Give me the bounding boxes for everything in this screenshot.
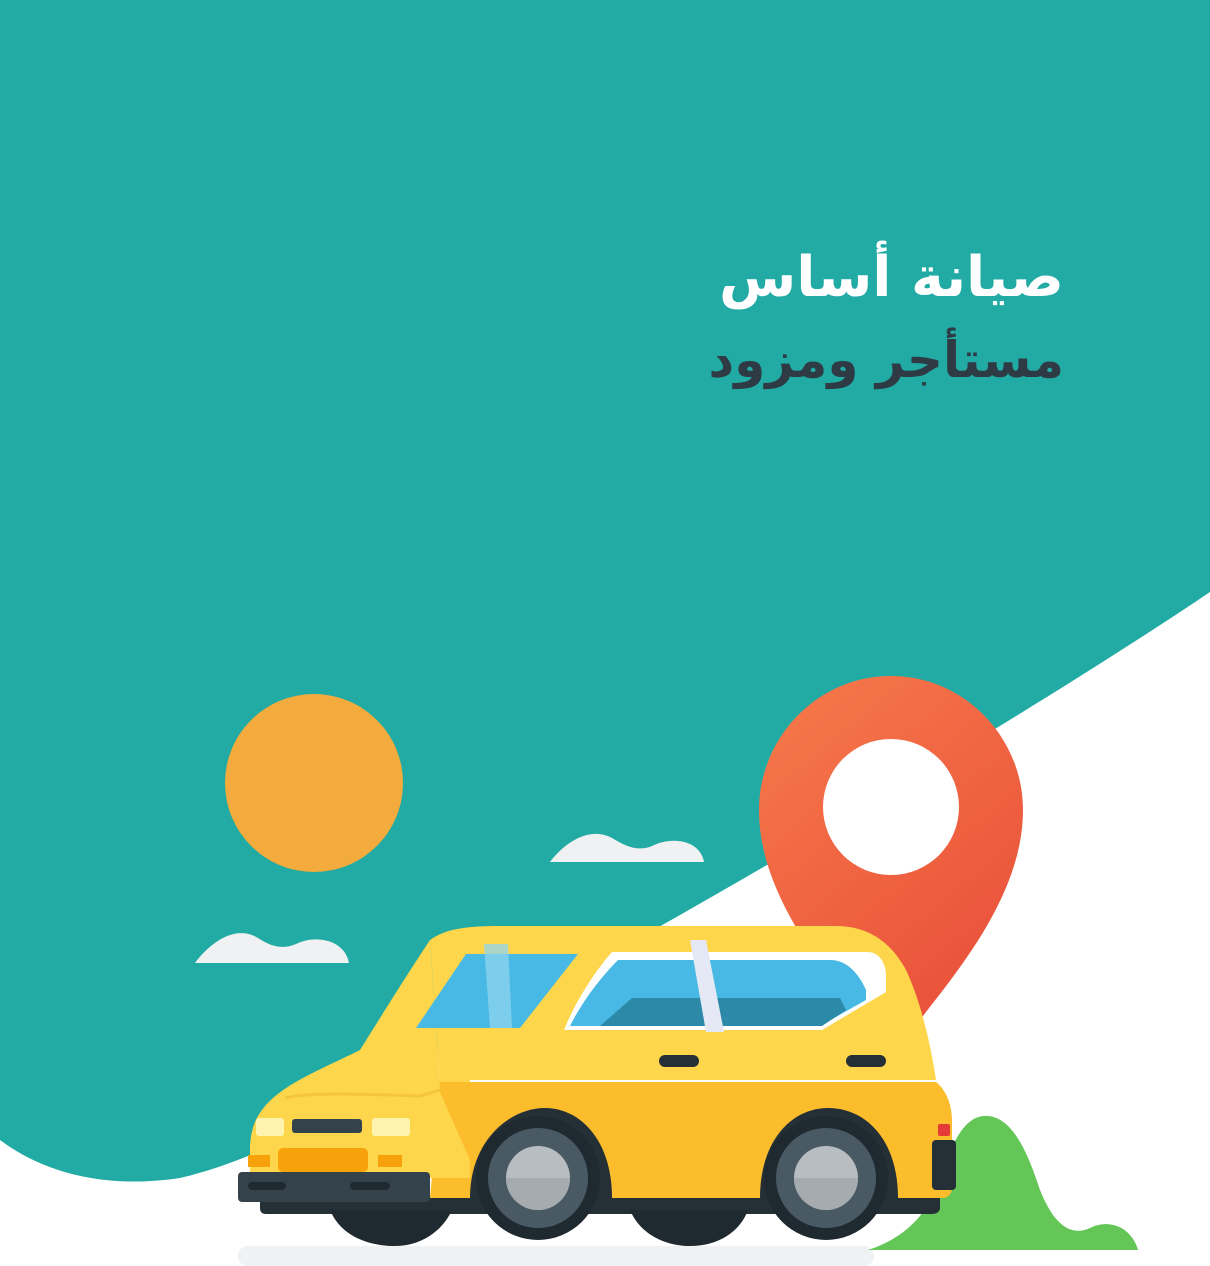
title-block: صيانة أساس مستأجر ومزود xyxy=(364,240,1064,392)
splash-screen: صيانة أساس مستأجر ومزود xyxy=(0,0,1210,1266)
road-shadow xyxy=(238,1246,874,1266)
app-title: صيانة أساس xyxy=(718,245,1064,310)
app-subtitle: مستأجر ومزود xyxy=(708,331,1064,389)
splash-illustration xyxy=(0,0,1210,1266)
sun-icon xyxy=(225,694,403,872)
